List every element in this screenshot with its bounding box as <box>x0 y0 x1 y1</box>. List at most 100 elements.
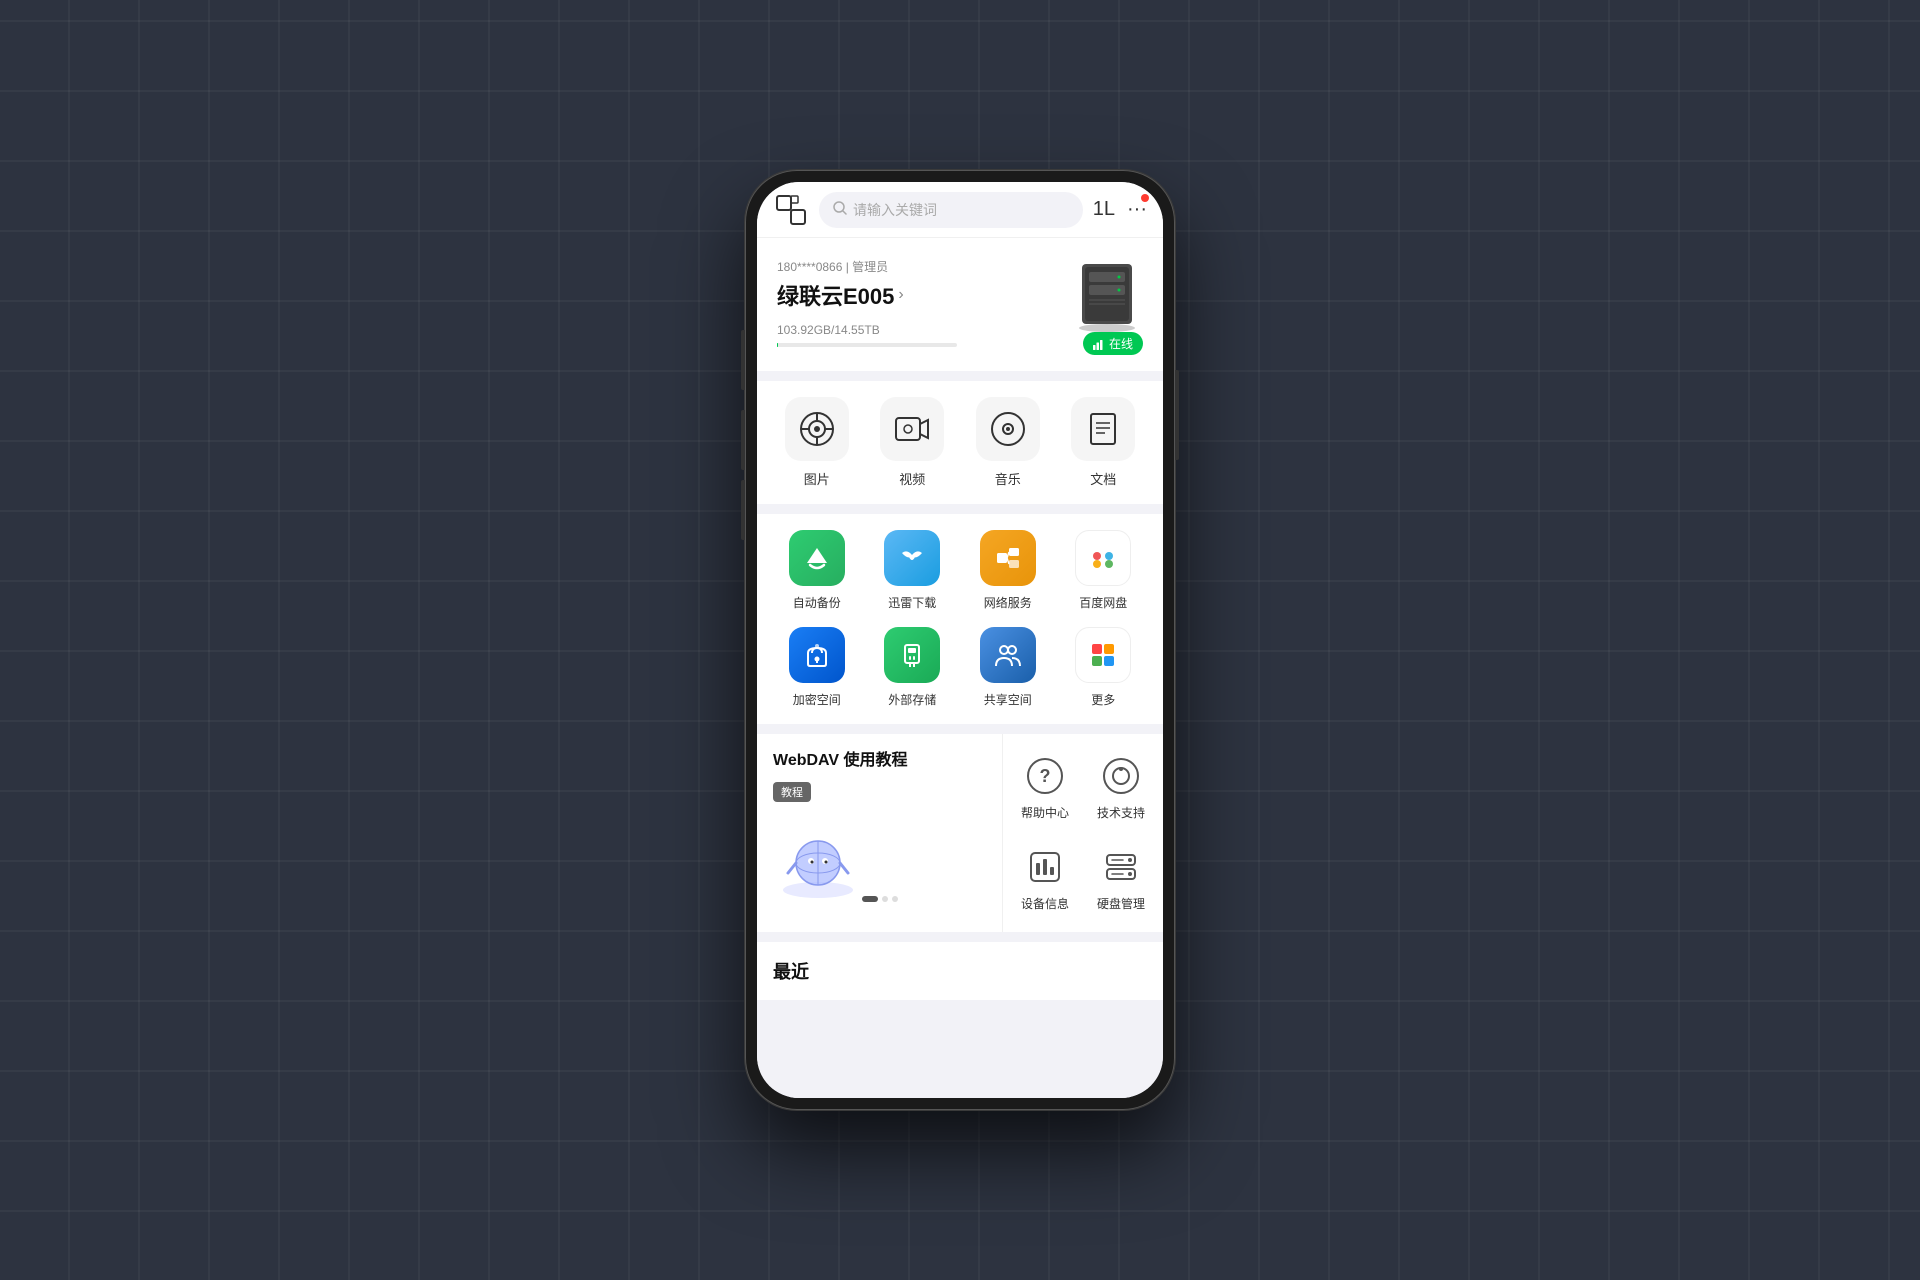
more-apps-label: 更多 <box>1091 691 1115 708</box>
device-card: 180****0866 | 管理员 绿联云E005 › <box>757 238 1163 371</box>
tutorial-card[interactable]: WebDAV 使用教程 教程 <box>757 734 1003 932</box>
search-icon <box>833 201 847 218</box>
more-apps-icon <box>1088 640 1118 670</box>
deviceinfo-icon-wrap <box>1023 845 1067 889</box>
help-item-deviceinfo[interactable]: 设备信息 <box>1011 837 1079 920</box>
encrypt-icon-wrap <box>789 627 845 683</box>
disk-icon <box>1101 847 1141 887</box>
encrypt-label: 加密空间 <box>793 691 841 708</box>
external-label: 外部存储 <box>888 691 936 708</box>
sort-icon[interactable]: 1L <box>1093 198 1115 221</box>
device-name: 绿联云E005 <box>777 279 894 311</box>
encrypt-icon <box>802 640 832 670</box>
app-logo <box>773 192 809 228</box>
support-icon-wrap <box>1099 754 1143 798</box>
more-menu-button[interactable]: ··· <box>1127 198 1147 221</box>
storage-bar-fill <box>777 343 778 347</box>
tutorial-badge: 教程 <box>773 782 811 802</box>
app-item-more[interactable]: 更多 <box>1060 627 1148 708</box>
music-icon <box>990 411 1026 447</box>
network-icon <box>993 543 1023 573</box>
backup-label: 自动备份 <box>793 594 841 611</box>
helpcenter-label: 帮助中心 <box>1021 804 1069 821</box>
dots-row <box>773 896 986 910</box>
baidu-icon-wrap <box>1075 530 1131 586</box>
network-icon-wrap <box>980 530 1036 586</box>
network-label: 网络服务 <box>984 594 1032 611</box>
music-label: 音乐 <box>995 469 1021 488</box>
media-grid-section: 图片 视频 <box>757 381 1163 504</box>
disk-label: 硬盘管理 <box>1097 895 1145 912</box>
deviceinfo-icon <box>1025 847 1065 887</box>
more-apps-icon-wrap <box>1075 627 1131 683</box>
phone-shell: 请输入关键词 1L ··· 180****0866 | 管理员 绿联云E005 … <box>745 170 1175 1110</box>
video-icon-wrap <box>880 397 944 461</box>
top-bar-right: 1L ··· <box>1093 198 1147 221</box>
helpcenter-icon: ? <box>1025 756 1065 796</box>
device-image <box>1067 254 1147 334</box>
dot-active <box>862 896 878 902</box>
help-item-disk[interactable]: 硬盘管理 <box>1087 837 1155 920</box>
photos-icon-wrap <box>785 397 849 461</box>
share-label: 共享空间 <box>984 691 1032 708</box>
recent-section: 最近 <box>757 942 1163 1000</box>
app-item-share[interactable]: 共享空间 <box>964 627 1052 708</box>
help-grid: ? 帮助中心 <box>1003 734 1163 932</box>
disk-icon-wrap <box>1099 845 1143 889</box>
app-item-baidu[interactable]: 百度网盘 <box>1060 530 1148 611</box>
media-item-photos[interactable]: 图片 <box>773 397 861 488</box>
video-icon <box>894 411 930 447</box>
app-item-network[interactable]: 网络服务 <box>964 530 1052 611</box>
backup-icon-wrap <box>789 530 845 586</box>
top-bar: 请输入关键词 1L ··· <box>757 182 1163 238</box>
support-icon <box>1101 756 1141 796</box>
tutorial-title: WebDAV 使用教程 <box>773 750 986 772</box>
music-icon-wrap <box>976 397 1040 461</box>
dot-2 <box>892 896 898 902</box>
thunder-icon-wrap <box>884 530 940 586</box>
photos-icon <box>799 411 835 447</box>
online-label: 在线 <box>1109 335 1133 352</box>
app-item-backup[interactable]: 自动备份 <box>773 530 861 611</box>
deviceinfo-label: 设备信息 <box>1021 895 1069 912</box>
share-icon <box>993 640 1023 670</box>
screen-content[interactable]: 180****0866 | 管理员 绿联云E005 › <box>757 238 1163 1098</box>
online-badge: 在线 <box>1083 332 1143 355</box>
support-label: 技术支持 <box>1097 804 1145 821</box>
video-label: 视频 <box>899 469 925 488</box>
docs-label: 文档 <box>1090 469 1116 488</box>
dot-1 <box>882 896 888 902</box>
notification-dot <box>1141 194 1149 202</box>
helpcenter-icon-wrap: ? <box>1023 754 1067 798</box>
baidu-label: 百度网盘 <box>1079 594 1127 611</box>
recent-title: 最近 <box>773 962 809 982</box>
docs-icon-wrap <box>1071 397 1135 461</box>
media-item-docs[interactable]: 文档 <box>1060 397 1148 488</box>
signal-icon <box>1093 338 1105 350</box>
thunder-icon <box>897 543 927 573</box>
media-item-video[interactable]: 视频 <box>869 397 957 488</box>
storage-bar <box>777 343 957 347</box>
help-item-support[interactable]: 技术支持 <box>1087 746 1155 829</box>
search-bar[interactable]: 请输入关键词 <box>819 192 1083 228</box>
docs-icon <box>1085 411 1121 447</box>
app-item-encrypt[interactable]: 加密空间 <box>773 627 861 708</box>
phone-screen: 请输入关键词 1L ··· 180****0866 | 管理员 绿联云E005 … <box>757 182 1163 1098</box>
tutorial-illustration <box>773 818 853 888</box>
media-item-music[interactable]: 音乐 <box>964 397 1052 488</box>
external-icon-wrap <box>884 627 940 683</box>
baidu-icon <box>1087 542 1119 574</box>
help-item-helpcenter[interactable]: ? 帮助中心 <box>1011 746 1079 829</box>
svg-text:?: ? <box>1040 766 1051 786</box>
photos-label: 图片 <box>804 469 830 488</box>
apps-grid: 自动备份 迅雷下载 <box>773 530 1147 708</box>
bottom-section: WebDAV 使用教程 教程 <box>757 734 1163 932</box>
chevron-right-icon: › <box>898 286 903 304</box>
app-item-external[interactable]: 外部存储 <box>869 627 957 708</box>
apps-section: 自动备份 迅雷下载 <box>757 514 1163 724</box>
app-item-thunder[interactable]: 迅雷下载 <box>869 530 957 611</box>
media-grid: 图片 视频 <box>773 397 1147 488</box>
thunder-label: 迅雷下载 <box>888 594 936 611</box>
share-icon-wrap <box>980 627 1036 683</box>
external-icon <box>897 640 927 670</box>
